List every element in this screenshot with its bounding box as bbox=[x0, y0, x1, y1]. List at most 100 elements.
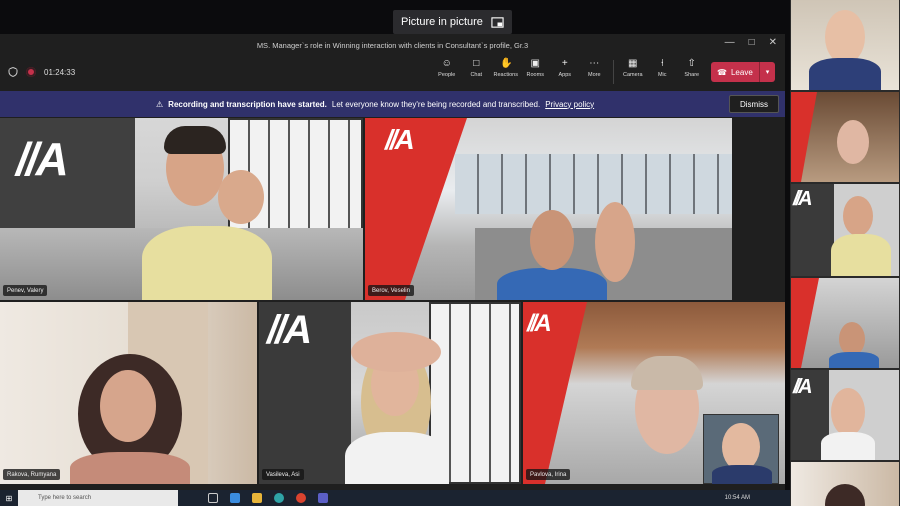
rooms-icon: ▣ bbox=[530, 58, 540, 69]
toolbar-divider bbox=[613, 60, 614, 84]
chat-button[interactable]: □ Chat bbox=[462, 58, 492, 84]
mic-icon: ⍿ bbox=[660, 58, 664, 69]
meeting-timer: 01:24:33 bbox=[44, 67, 76, 77]
meeting-toolbar: 01:24:33 ☺ People □ Chat ✋ Reactions ▣ R… bbox=[0, 56, 785, 88]
teams-icon[interactable] bbox=[318, 493, 328, 503]
brand-logo: //A bbox=[793, 188, 812, 210]
strip-thumb[interactable] bbox=[791, 92, 899, 182]
warning-icon: ⚠ bbox=[156, 99, 164, 109]
participant-hand bbox=[218, 170, 264, 224]
participant-head bbox=[100, 370, 156, 442]
video-tile-pavlova[interactable]: //A Pavlova, Irina bbox=[523, 302, 785, 484]
reactions-icon: ✋ bbox=[500, 58, 513, 69]
brand-logo: //A bbox=[527, 310, 552, 337]
maximize-button[interactable]: □ bbox=[749, 37, 755, 48]
name-tag: Pavlova, Irina bbox=[526, 469, 571, 480]
recording-banner: ⚠ Recording and transcription have start… bbox=[0, 91, 785, 117]
rooms-label: Rooms bbox=[526, 72, 544, 78]
file-explorer-icon[interactable] bbox=[252, 493, 262, 503]
self-view-body bbox=[712, 465, 772, 484]
video-tile-rakova[interactable]: Rakova, Rumyana bbox=[0, 302, 257, 484]
participant-hair bbox=[631, 356, 703, 390]
people-button[interactable]: ☺ People bbox=[432, 58, 462, 84]
leave-button[interactable]: ☎ Leave ▾ bbox=[711, 62, 775, 82]
windows-logo-icon[interactable] bbox=[230, 493, 240, 503]
chevron-down-icon[interactable]: ▾ bbox=[759, 62, 775, 82]
thumb-body bbox=[831, 234, 891, 276]
participant-body bbox=[497, 268, 607, 300]
share-icon: ⇧ bbox=[687, 58, 696, 69]
strip-thumb[interactable]: //A bbox=[791, 370, 899, 460]
participant-heart-hands bbox=[351, 332, 441, 372]
more-button[interactable]: ⋯ More bbox=[580, 58, 610, 84]
phone-icon: ☎ bbox=[717, 67, 727, 77]
window-title: MS. Manager`s role in Winning interactio… bbox=[256, 40, 529, 50]
self-view-thumbnail[interactable] bbox=[703, 414, 779, 484]
chrome-icon[interactable] bbox=[296, 493, 306, 503]
thumb-body bbox=[809, 58, 881, 90]
red-banner-shape bbox=[365, 118, 467, 300]
chat-label: Chat bbox=[470, 72, 483, 78]
title-bar: MS. Manager`s role in Winning interactio… bbox=[0, 34, 785, 56]
camera-label: Camera bbox=[622, 72, 643, 78]
brand-logo: //A bbox=[385, 124, 415, 155]
minimize-button[interactable]: — bbox=[725, 37, 735, 48]
participant-body bbox=[142, 226, 272, 300]
leave-label: Leave bbox=[730, 67, 753, 77]
reactions-label: Reactions bbox=[493, 72, 518, 78]
strip-thumb[interactable] bbox=[791, 278, 899, 368]
taskbar-clock: 10:54 AM bbox=[724, 495, 750, 501]
taskbar-search-input[interactable]: Type here to search bbox=[18, 490, 178, 506]
thumb-head bbox=[831, 388, 865, 436]
video-tile-berov[interactable]: //A Berov, Veselin bbox=[365, 118, 732, 300]
thumb-hair bbox=[825, 484, 865, 506]
strip-thumb[interactable] bbox=[791, 462, 899, 506]
people-label: People bbox=[438, 72, 456, 78]
privacy-policy-link[interactable]: Privacy policy bbox=[545, 100, 594, 109]
brand-logo: //A bbox=[267, 308, 312, 352]
more-icon: ⋯ bbox=[589, 58, 600, 69]
participant-hands bbox=[595, 202, 635, 282]
strip-thumb[interactable] bbox=[791, 0, 899, 90]
participant-body bbox=[345, 432, 449, 484]
windows-start-icon[interactable]: ⊞ bbox=[0, 494, 18, 503]
rooms-button[interactable]: ▣ Rooms bbox=[521, 58, 551, 84]
share-label: Share bbox=[684, 72, 700, 78]
participant-hair bbox=[164, 126, 226, 154]
share-button[interactable]: ⇧ Share bbox=[677, 58, 707, 84]
video-tile-penev[interactable]: //A Penev, Valery bbox=[0, 118, 363, 300]
self-view-head bbox=[722, 423, 760, 471]
video-tile-vasileva[interactable]: //A Vasileva, Asi bbox=[259, 302, 521, 484]
camera-icon: ▦ bbox=[628, 58, 638, 69]
strip-thumb[interactable]: //A bbox=[791, 184, 899, 276]
edge-icon[interactable] bbox=[274, 493, 284, 503]
mic-label: Mic bbox=[657, 72, 667, 78]
participant-name: Rakova, Rumyana bbox=[7, 471, 57, 478]
red-banner-shape bbox=[791, 92, 817, 182]
brand-logo: //A bbox=[16, 133, 69, 185]
name-tag: Berov, Veselin bbox=[368, 285, 414, 296]
apps-icon: + bbox=[561, 58, 568, 69]
apps-label: Apps bbox=[558, 72, 572, 78]
close-button[interactable]: ✕ bbox=[769, 37, 777, 48]
banner-text: Let everyone know they're being recorded… bbox=[331, 99, 541, 109]
participant-name: Pavlova, Irina bbox=[530, 471, 567, 478]
participant-body bbox=[70, 452, 190, 484]
picture-in-picture-label[interactable]: Picture in picture bbox=[393, 10, 512, 34]
reactions-button[interactable]: ✋ Reactions bbox=[491, 58, 521, 84]
task-view-icon[interactable] bbox=[208, 493, 218, 503]
camera-button[interactable]: ▦ Camera bbox=[618, 58, 648, 84]
mic-button[interactable]: ⍿ Mic bbox=[648, 58, 678, 84]
brand-logo: //A bbox=[793, 376, 812, 398]
more-label: More bbox=[587, 72, 601, 78]
participant-name: Vasileva, Asi bbox=[266, 471, 300, 478]
name-tag: Rakova, Rumyana bbox=[3, 469, 61, 480]
city-windows bbox=[455, 154, 732, 214]
chat-icon: □ bbox=[473, 58, 480, 69]
participant-name: Penev, Valery bbox=[7, 287, 44, 294]
screen: Picture in picture MS. Manager`s role in… bbox=[0, 0, 900, 506]
pip-icon bbox=[491, 16, 504, 28]
dismiss-button[interactable]: Dismiss bbox=[729, 95, 779, 113]
apps-button[interactable]: + Apps bbox=[550, 58, 580, 84]
teams-meeting-window: MS. Manager`s role in Winning interactio… bbox=[0, 34, 785, 496]
